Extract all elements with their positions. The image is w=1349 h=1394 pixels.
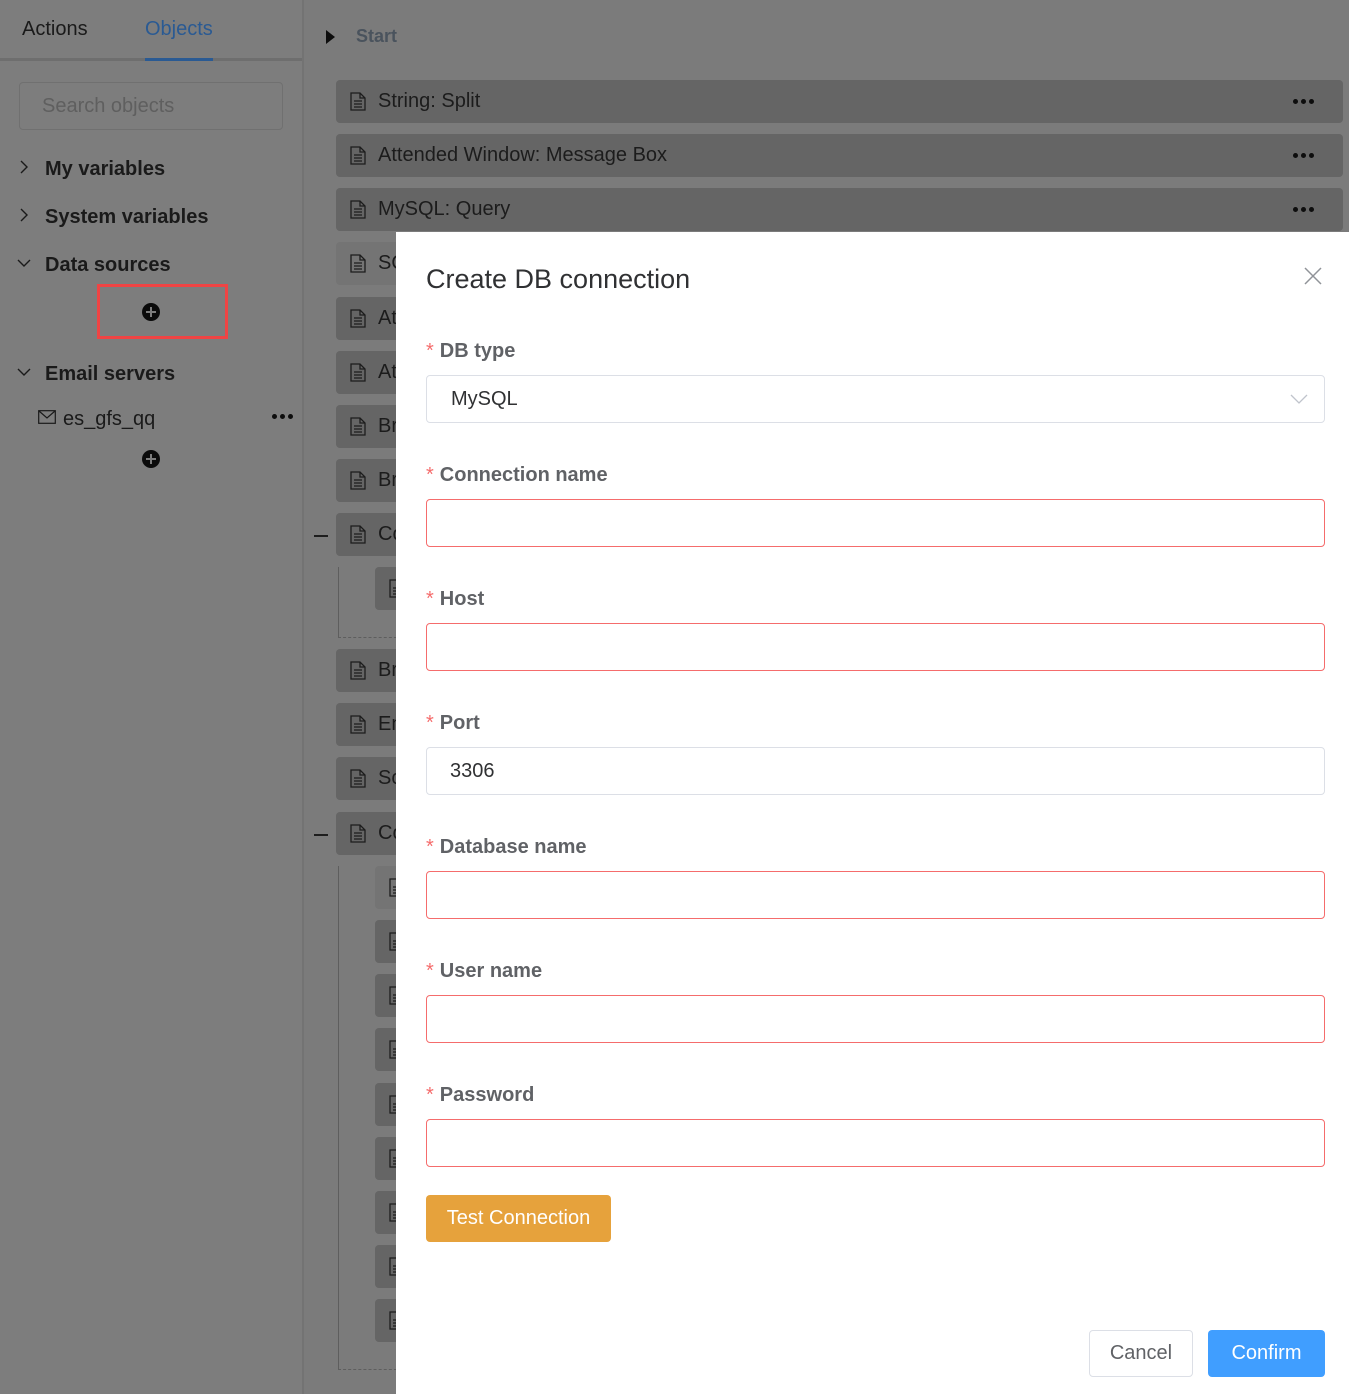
- document-icon: [350, 309, 366, 333]
- db-type-label: * DB type: [426, 340, 516, 362]
- document-icon: [350, 254, 366, 278]
- document-icon: [350, 92, 366, 116]
- section-data-sources[interactable]: Data sources: [0, 251, 300, 281]
- confirm-button[interactable]: Confirm: [1208, 1330, 1325, 1377]
- section-label: Data sources: [45, 254, 171, 276]
- panel-tabs: Actions Objects: [0, 0, 302, 61]
- start-label: Start: [356, 26, 398, 46]
- section-system-variables[interactable]: System variables: [0, 203, 300, 233]
- section-label: Email servers: [45, 363, 176, 385]
- document-icon: [350, 200, 366, 224]
- tab-actions[interactable]: Actions: [22, 18, 88, 41]
- document-icon: [350, 824, 366, 848]
- group-connector: [338, 866, 402, 1370]
- password-label: * Password: [426, 1084, 535, 1106]
- port-input[interactable]: [426, 747, 1325, 795]
- section-label: System variables: [45, 206, 209, 228]
- chevron-down-icon: [1290, 394, 1308, 404]
- document-icon: [350, 417, 366, 441]
- step-label: MySQL: Query: [378, 198, 511, 220]
- db-type-select[interactable]: MySQL: [426, 375, 1325, 423]
- database-name-input[interactable]: [426, 871, 1325, 919]
- add-data-source-button[interactable]: [142, 303, 160, 321]
- step-label: Br: [378, 469, 398, 491]
- user-name-input[interactable]: [426, 995, 1325, 1043]
- more-dots-icon[interactable]: [1293, 153, 1314, 158]
- workflow-step[interactable]: Attended Window: Message Box: [336, 134, 1343, 177]
- db-type-value: MySQL: [451, 388, 518, 410]
- document-icon: [350, 661, 366, 685]
- email-server-name: es_gfs_qq: [63, 408, 156, 430]
- step-label: At: [378, 307, 397, 329]
- document-icon: [350, 471, 366, 495]
- connection-name-input[interactable]: [426, 499, 1325, 547]
- document-icon: [350, 769, 366, 793]
- test-connection-button[interactable]: Test Connection: [426, 1195, 611, 1242]
- step-label: Br: [378, 659, 398, 681]
- step-label: At: [378, 361, 397, 383]
- create-db-connection-dialog: Create DB connection * DB type MySQL * Con…: [396, 232, 1349, 1394]
- dialog-title: Create DB connection: [426, 264, 691, 294]
- add-email-server-button[interactable]: [142, 450, 160, 468]
- document-icon: [350, 715, 366, 739]
- user-name-label: * User name: [426, 960, 543, 982]
- objects-panel: Actions Objects My variables System vari…: [0, 0, 304, 1394]
- search-objects-input[interactable]: [19, 82, 283, 130]
- email-server-item[interactable]: es_gfs_qq: [36, 404, 296, 434]
- workflow-step[interactable]: MySQL: Query: [336, 188, 1343, 231]
- port-label: * Port: [426, 712, 480, 734]
- mail-icon: [38, 410, 56, 424]
- chevron-down-icon: [17, 368, 31, 376]
- document-icon: [350, 146, 366, 170]
- database-name-label: * Database name: [426, 836, 587, 858]
- chevron-right-icon: [20, 208, 28, 222]
- section-my-variables[interactable]: My variables: [0, 155, 300, 185]
- connection-name-label: * Connection name: [426, 464, 608, 486]
- collapse-group-icon[interactable]: [314, 834, 328, 836]
- close-icon[interactable]: [1304, 267, 1322, 285]
- group-connector: [338, 567, 402, 638]
- host-label: * Host: [426, 588, 485, 610]
- collapse-group-icon[interactable]: [314, 535, 328, 537]
- step-label: Br: [378, 415, 398, 437]
- section-label: My variables: [45, 158, 166, 180]
- play-icon: [326, 30, 335, 44]
- more-dots-icon[interactable]: [1293, 99, 1314, 104]
- highlight-annotation: [97, 284, 228, 339]
- cancel-button[interactable]: Cancel: [1089, 1330, 1193, 1377]
- document-icon: [350, 363, 366, 387]
- chevron-right-icon: [20, 160, 28, 174]
- tab-objects[interactable]: Objects: [145, 18, 213, 61]
- host-input[interactable]: [426, 623, 1325, 671]
- chevron-down-icon: [17, 259, 31, 267]
- more-dots-icon[interactable]: [1293, 207, 1314, 212]
- password-input[interactable]: [426, 1119, 1325, 1167]
- email-server-more-icon[interactable]: [272, 414, 293, 419]
- workflow-step[interactable]: String: Split: [336, 80, 1343, 123]
- step-label: Attended Window: Message Box: [378, 144, 668, 166]
- document-icon: [350, 525, 366, 549]
- section-email-servers[interactable]: Email servers: [0, 360, 300, 390]
- step-label: String: Split: [378, 90, 481, 112]
